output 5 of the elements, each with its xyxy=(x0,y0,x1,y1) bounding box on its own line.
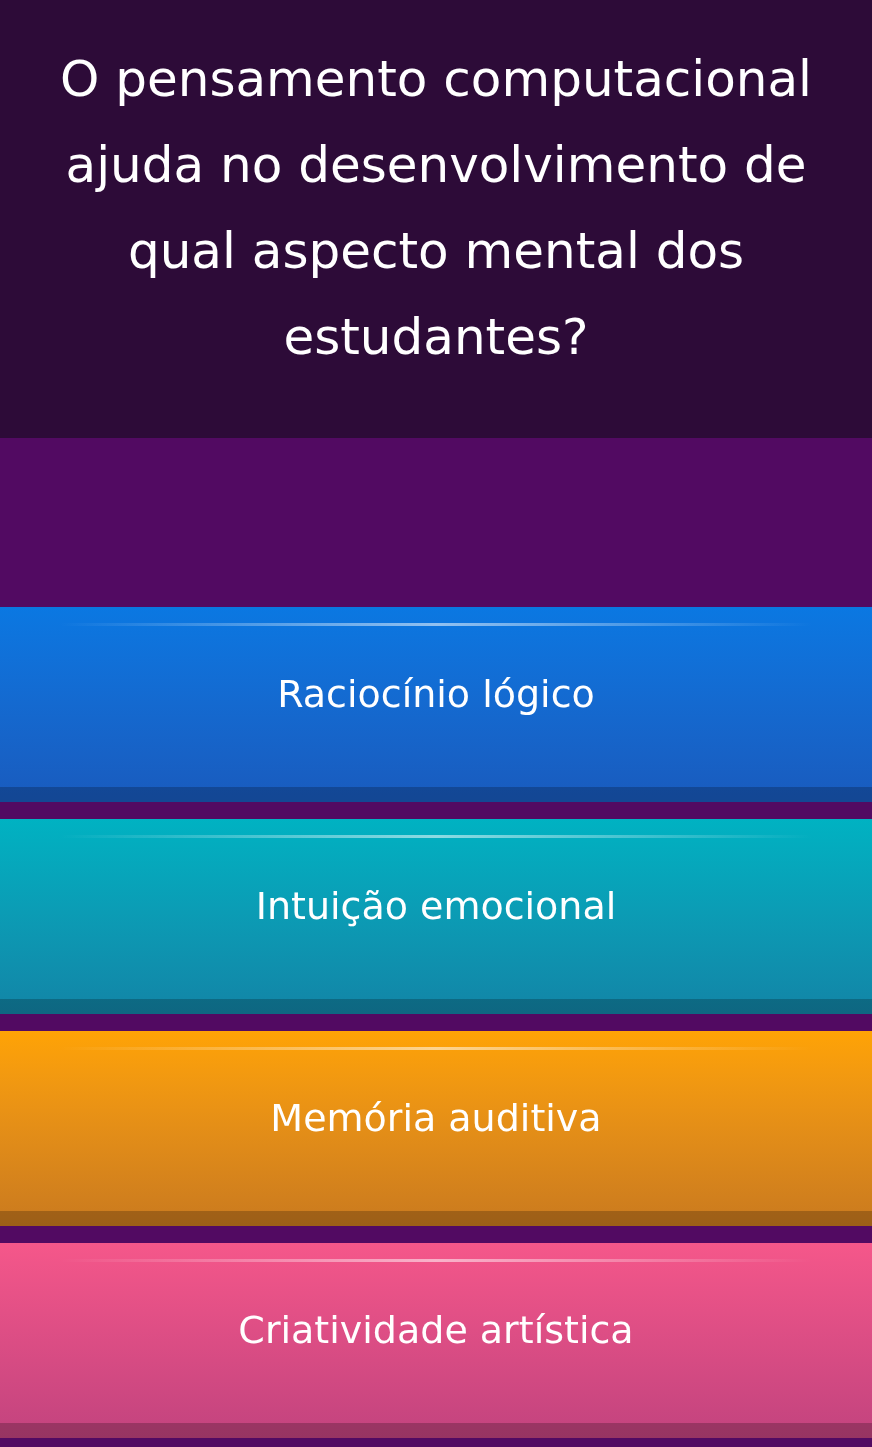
answer-button[interactable]: Memória auditiva xyxy=(0,1031,872,1226)
answer-button[interactable]: Criatividade artística xyxy=(0,1243,872,1438)
answer-button[interactable]: Intuição emocional xyxy=(0,819,872,1014)
question-text: O pensamento computacional ajuda no desenvolvimento de qual aspecto mental dos estudantes? xyxy=(59,49,813,368)
answer-button[interactable]: Raciocínio lógico xyxy=(0,607,872,802)
